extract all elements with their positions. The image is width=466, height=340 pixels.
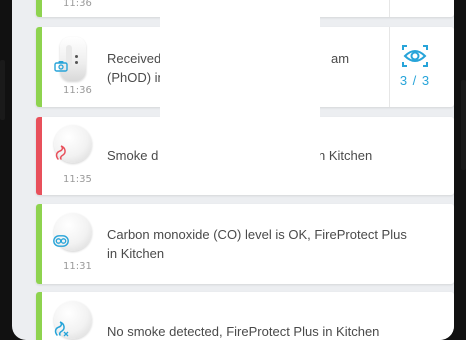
status-stripe: [36, 27, 42, 107]
status-stripe: [36, 292, 42, 340]
event-message: No smoke detected, FireProtect Plus in K…: [107, 324, 380, 339]
overlay-panel: [160, 0, 320, 164]
card-divider: [389, 27, 390, 107]
phone-side-key-left: [0, 60, 5, 120]
card-divider: [389, 0, 390, 17]
phone-side-key-right: [461, 80, 466, 170]
event-card[interactable]: No smoke detected, FireProtect Plus in K…: [36, 292, 454, 340]
camera-icon: [53, 58, 69, 74]
event-time: 11:36: [63, 85, 92, 96]
co-icon: [53, 233, 69, 249]
smoke-icon: [53, 145, 69, 161]
event-time: 11:36: [63, 0, 92, 9]
event-feed[interactable]: 11:36 11:36 Received (PhOD) in am 3 / 3: [12, 0, 454, 340]
status-stripe: [36, 204, 42, 284]
event-time: 11:35: [63, 174, 92, 185]
status-stripe: [36, 0, 42, 17]
view-photos-button[interactable]: 3 / 3: [398, 43, 432, 88]
message-end: n Kitchen: [318, 148, 373, 163]
event-message: Carbon monoxide (CO) level is OK, FirePr…: [107, 227, 407, 261]
event-card[interactable]: 11:31 Carbon monoxide (CO) level is OK, …: [36, 204, 454, 284]
message-tail: am: [331, 51, 350, 66]
smoke-ok-icon: [53, 321, 69, 337]
eye-photo-icon: [402, 45, 428, 67]
message-line-1: Received: [107, 51, 162, 66]
photo-count: 3 / 3: [399, 73, 431, 88]
message-line-2: (PhOD) in: [107, 70, 165, 85]
event-time: 11:31: [63, 261, 92, 272]
status-stripe: [36, 117, 42, 195]
